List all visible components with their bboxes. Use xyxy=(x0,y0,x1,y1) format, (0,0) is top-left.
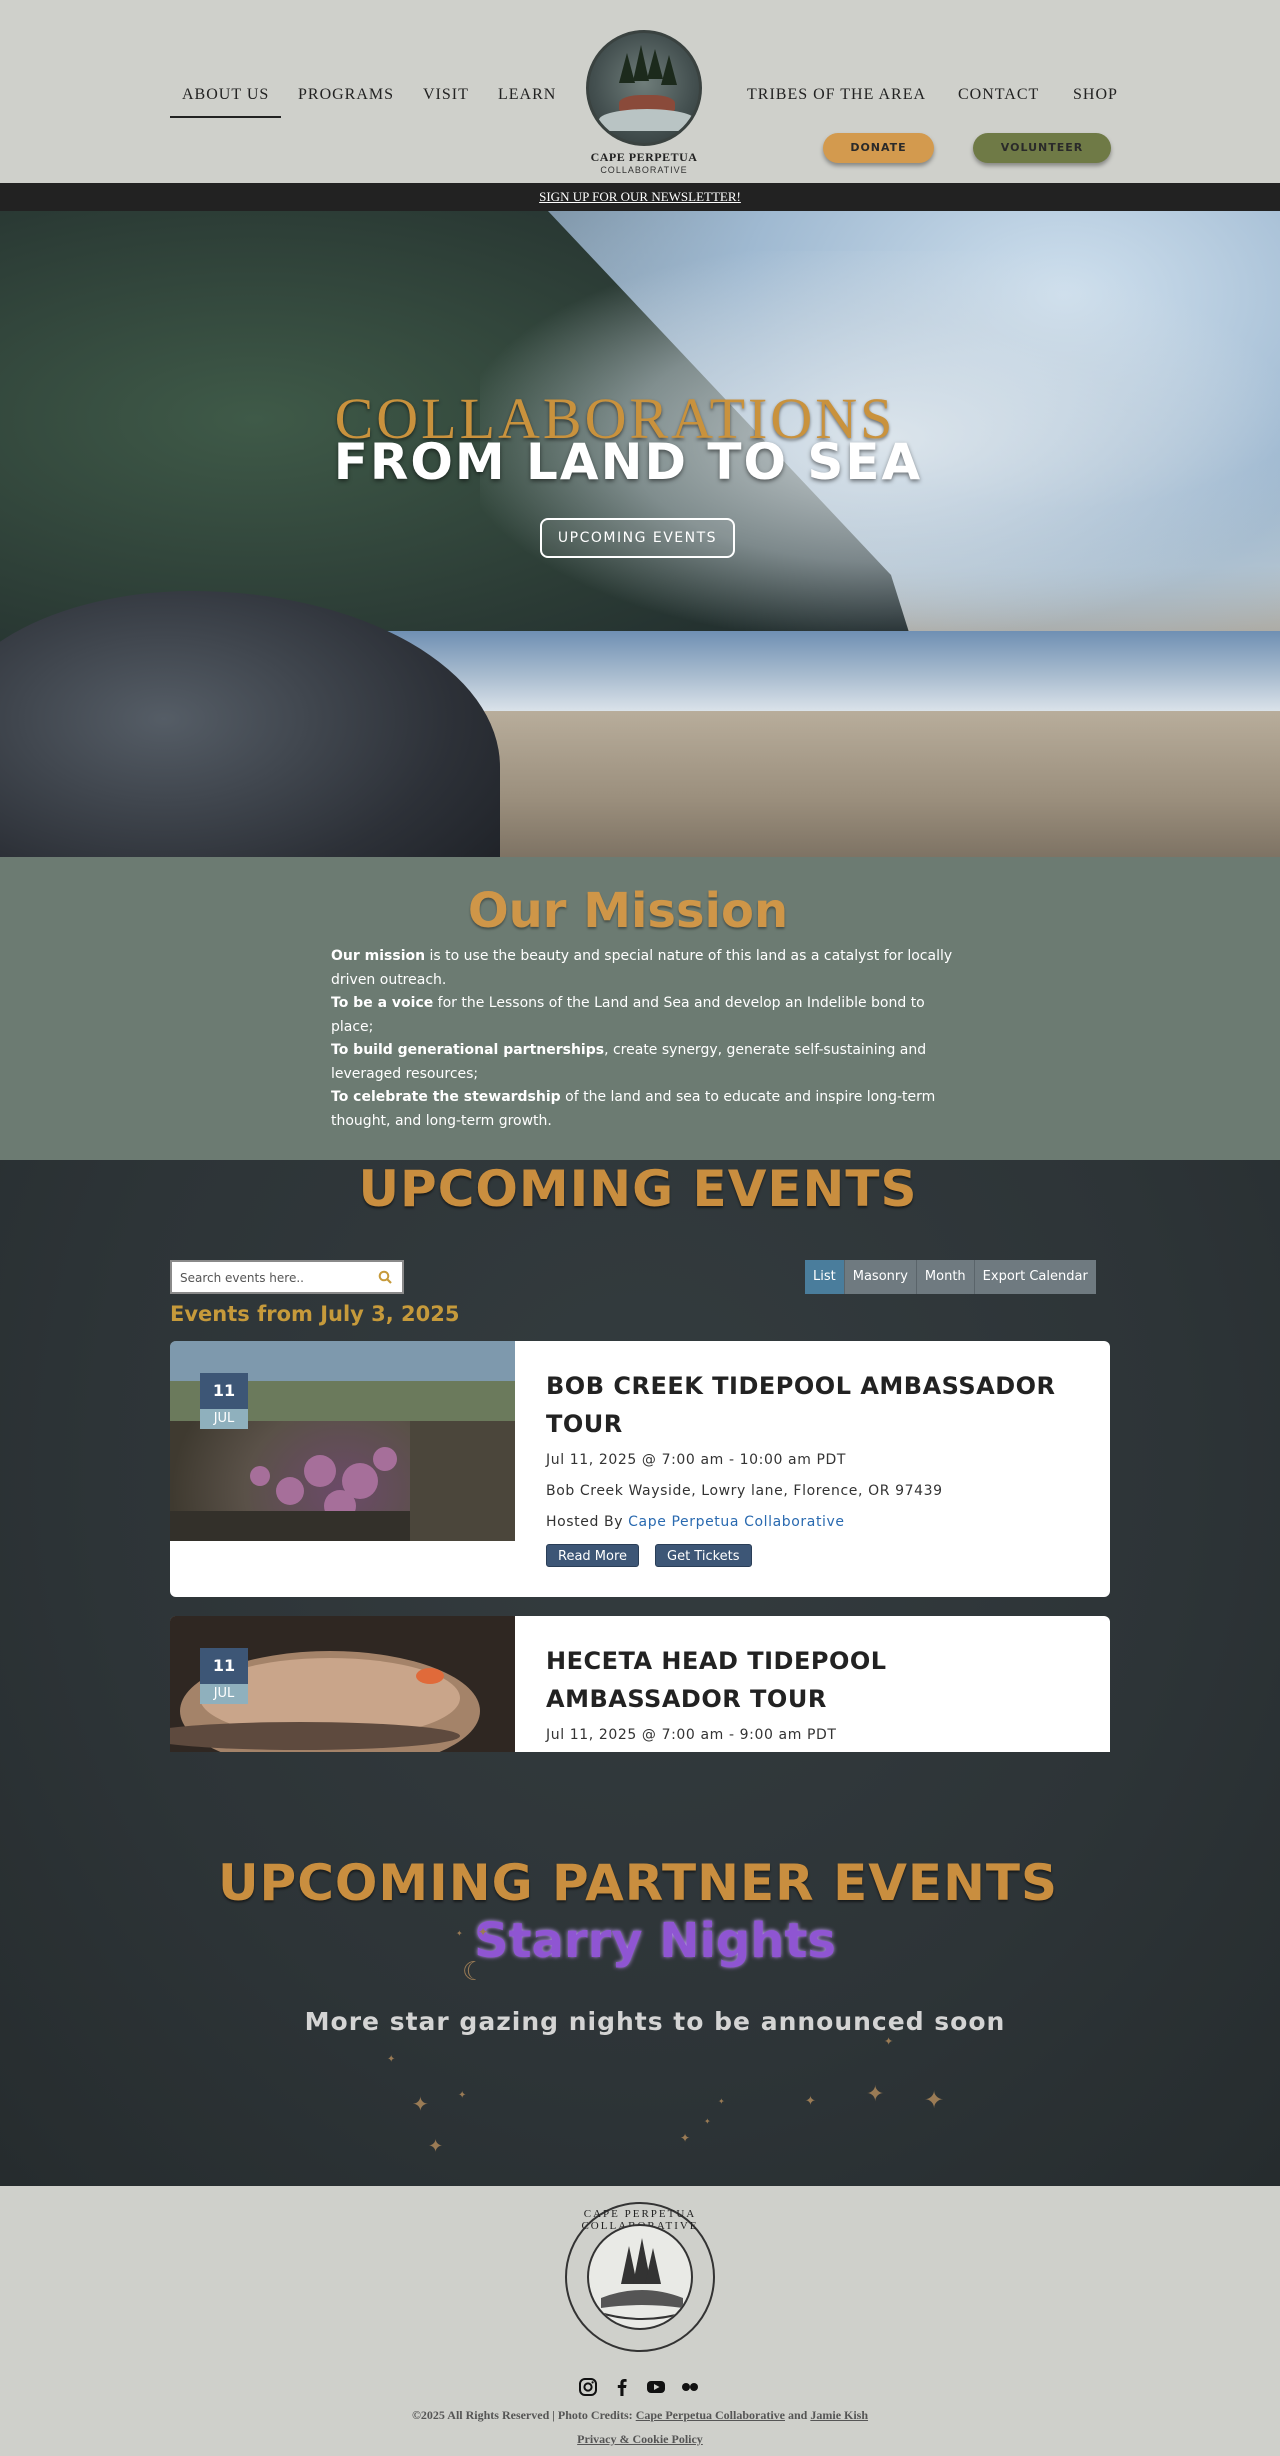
event-card: 11 JUL BOB CREEK TIDEPOOL AMBASSADOR TOU… xyxy=(170,1341,1110,1597)
footer-logo[interactable]: CAPE PERPETUA COLLABORATIVE xyxy=(565,2202,715,2352)
event-card: 11 JUL HECETA HEAD TIDEPOOL AMBASSADOR T… xyxy=(170,1616,1110,1752)
star-icon: ✦ xyxy=(704,2117,711,2126)
copyright-line: ©2025 All Rights Reserved | Photo Credit… xyxy=(0,2408,1280,2423)
mission-paragraph-3: To build generational partnerships, crea… xyxy=(331,1039,961,1086)
instagram-icon[interactable] xyxy=(578,2377,598,2397)
trees-and-whale-icon xyxy=(596,2238,688,2320)
logo-emblem-icon xyxy=(586,30,702,146)
nav-learn[interactable]: LEARN xyxy=(498,86,556,104)
event-date-month: JUL xyxy=(200,1409,248,1429)
events-title: UPCOMING EVENTS xyxy=(358,1160,918,1218)
mission-text: Our mission is to use the beauty and spe… xyxy=(331,945,961,1133)
moon-icon: ☾ xyxy=(462,1957,486,1987)
search-icon[interactable] xyxy=(378,1270,392,1284)
nav-shop[interactable]: SHOP xyxy=(1073,86,1118,104)
donate-button[interactable]: DONATE xyxy=(823,133,934,163)
upcoming-events-button[interactable]: UPCOMING EVENTS xyxy=(540,518,735,558)
nav-programs[interactable]: PROGRAMS xyxy=(298,86,394,104)
event-search-input[interactable] xyxy=(180,1268,360,1288)
mission-section: Our Mission Our mission is to use the be… xyxy=(0,857,1280,1160)
photo-credit-link-jamie-kish[interactable]: Jamie Kish xyxy=(810,2408,868,2422)
star-icon: ✦ xyxy=(884,2035,894,2048)
copyright-text: ©2025 All Rights Reserved | Photo Credit… xyxy=(411,2408,636,2422)
star-icon: ✦ xyxy=(478,1925,489,1939)
star-icon: ✦ xyxy=(428,2136,444,2157)
star-icon: ✦ xyxy=(924,2086,945,2114)
get-tickets-button[interactable]: Get Tickets xyxy=(655,1544,752,1567)
logo-subtitle: COLLABORATIVE xyxy=(600,165,688,175)
hero-banner: COLLABORATIONS FROM LAND TO SEA UPCOMING… xyxy=(0,211,1280,857)
hero-subtitle: FROM LAND TO SEA xyxy=(333,433,923,491)
mission-p1-text: is to use the beauty and special nature … xyxy=(331,948,953,988)
nav-about-us[interactable]: ABOUT US xyxy=(170,86,282,118)
star-icon: ✦ xyxy=(866,2082,885,2107)
star-icon: ✦ xyxy=(458,2090,467,2101)
mission-p3-bold: To build generational partnerships xyxy=(331,1042,605,1058)
event-datetime: Jul 11, 2025 @ 7:00 am - 9:00 am PDT xyxy=(546,1727,837,1743)
event-date-month: JUL xyxy=(200,1684,248,1704)
newsletter-signup-link[interactable]: SIGN UP FOR OUR NEWSLETTER! xyxy=(539,189,741,204)
star-icon: ✦ xyxy=(718,2097,725,2106)
star-icon: ✦ xyxy=(680,2131,691,2145)
mission-paragraph-1: Our mission is to use the beauty and spe… xyxy=(331,945,961,992)
youtube-icon[interactable] xyxy=(646,2377,666,2397)
starry-nights-title: Starry Nights xyxy=(474,1913,836,1969)
star-icon: ✦ xyxy=(456,1929,463,1938)
event-date-badge: 11 JUL xyxy=(200,1373,248,1429)
privacy-policy-link[interactable]: Privacy & Cookie Policy xyxy=(0,2432,1280,2447)
event-host-link[interactable]: Cape Perpetua Collaborative xyxy=(628,1514,844,1530)
star-icon: ✦ xyxy=(805,2094,816,2109)
events-from-label: Events from July 3, 2025 xyxy=(170,1302,460,1326)
mission-paragraph-2: To be a voice for the Lessons of the Lan… xyxy=(331,992,961,1039)
event-image[interactable]: 11 JUL xyxy=(170,1341,515,1541)
nav-contact[interactable]: CONTACT xyxy=(958,86,1039,104)
view-month-button[interactable]: Month xyxy=(916,1260,975,1294)
view-switcher: List Masonry Month Export Calendar xyxy=(805,1260,1096,1294)
event-date-badge: 11 JUL xyxy=(200,1648,248,1704)
event-search xyxy=(170,1260,404,1294)
site-logo[interactable]: CAPE PERPETUA COLLABORATIVE xyxy=(583,30,705,175)
mission-p2-bold: To be a voice xyxy=(331,995,434,1011)
event-host-prefix: Hosted By xyxy=(546,1514,629,1530)
flickr-icon[interactable] xyxy=(680,2377,700,2397)
mission-p1-bold: Our mission xyxy=(331,948,426,964)
newsletter-bar: SIGN UP FOR OUR NEWSLETTER! xyxy=(0,183,1280,211)
partner-events-title: UPCOMING PARTNER EVENTS xyxy=(217,1854,1059,1912)
view-list-button[interactable]: List xyxy=(805,1260,845,1294)
starfish-photo-icon xyxy=(170,1341,515,1541)
copyright-and: and xyxy=(785,2408,811,2422)
star-icon: ✦ xyxy=(387,2054,396,2065)
star-icon: ✦ xyxy=(412,2092,429,2116)
facebook-icon[interactable] xyxy=(612,2377,632,2397)
view-masonry-button[interactable]: Masonry xyxy=(844,1260,917,1294)
mission-p4-bold: To celebrate the stewardship xyxy=(331,1089,561,1105)
event-date-day: 11 xyxy=(200,1648,248,1684)
event-title-link[interactable]: HECETA HEAD TIDEPOOL AMBASSADOR TOUR xyxy=(546,1642,1066,1718)
event-datetime: Jul 11, 2025 @ 7:00 am - 10:00 am PDT xyxy=(546,1452,847,1468)
nav-tribes-of-the-area[interactable]: TRIBES OF THE AREA xyxy=(747,86,926,104)
footer-logo-emblem-icon xyxy=(587,2224,693,2330)
site-header: ABOUT US PROGRAMS VISIT LEARN CAPE PERPE… xyxy=(0,0,1280,183)
export-calendar-button[interactable]: Export Calendar xyxy=(974,1260,1096,1294)
event-image[interactable]: 11 JUL xyxy=(170,1616,515,1752)
mission-paragraph-4: To celebrate the stewardship of the land… xyxy=(331,1086,961,1133)
read-more-button[interactable]: Read More xyxy=(546,1544,640,1567)
nav-visit[interactable]: VISIT xyxy=(423,86,469,104)
logo-title: CAPE PERPETUA xyxy=(590,150,698,164)
photo-credit-link-collaborative[interactable]: Cape Perpetua Collaborative xyxy=(636,2408,785,2422)
volunteer-button[interactable]: VOLUNTEER xyxy=(973,133,1111,163)
event-title-link[interactable]: BOB CREEK TIDEPOOL AMBASSADOR TOUR xyxy=(546,1367,1066,1443)
event-date-day: 11 xyxy=(200,1373,248,1409)
star-gazing-announcement: More star gazing nights to be announced … xyxy=(304,2007,1006,2036)
event-location: Bob Creek Wayside, Lowry lane, Florence,… xyxy=(546,1483,943,1499)
mission-title: Our Mission xyxy=(467,883,789,939)
event-host: Hosted By Cape Perpetua Collaborative xyxy=(546,1514,845,1530)
